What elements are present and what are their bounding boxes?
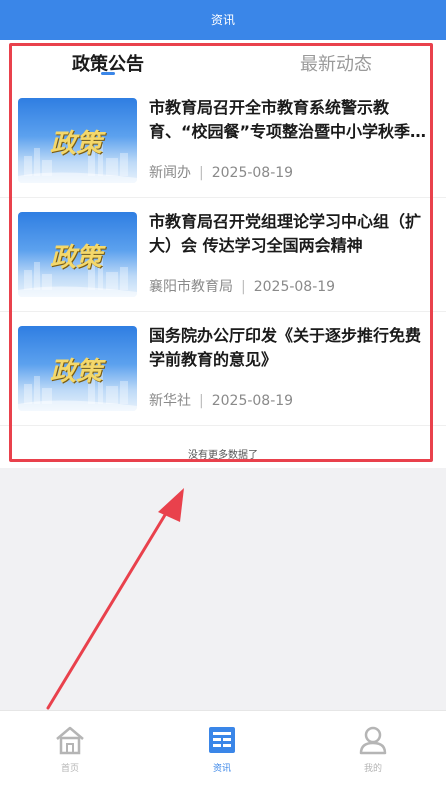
nav-item-news[interactable]: 资讯 [192,725,252,774]
bottom-navigation: 首页 资讯 我的 [0,710,446,792]
home-icon [56,726,84,755]
news-icon [209,727,235,753]
annotation-arrow [46,488,184,710]
nav-item-home[interactable]: 首页 [40,725,100,774]
user-icon [359,726,387,755]
nav-label-news: 资讯 [212,764,231,774]
nav-label-home: 首页 [60,764,79,774]
nav-item-me[interactable]: 我的 [343,725,403,774]
nav-label-me: 我的 [363,764,382,774]
